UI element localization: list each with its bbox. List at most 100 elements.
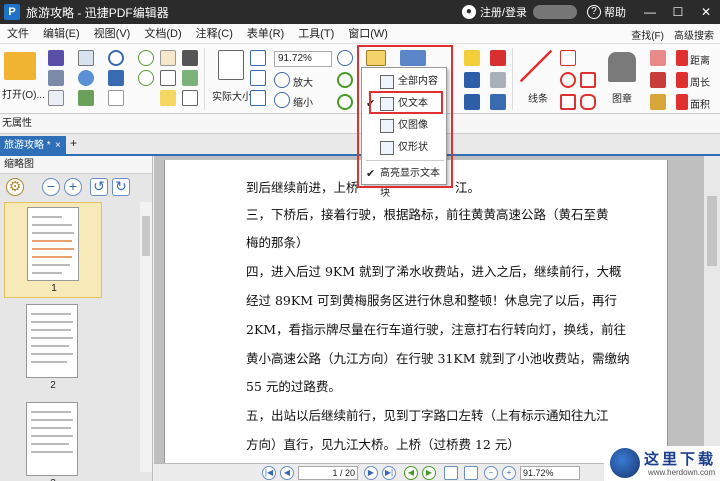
text-select-icon[interactable] bbox=[160, 70, 176, 86]
typewriter-icon[interactable] bbox=[464, 72, 480, 88]
actual-size-label[interactable]: 实际大小 bbox=[212, 88, 252, 103]
hand-tool-icon[interactable] bbox=[160, 50, 176, 66]
new-tab-button[interactable]: + bbox=[70, 136, 77, 150]
help-link[interactable]: 帮助 bbox=[604, 4, 626, 20]
area-label[interactable]: 面积 bbox=[690, 96, 710, 111]
close-window-button[interactable]: ✕ bbox=[692, 0, 720, 24]
thumb-zoom-in-icon[interactable]: + bbox=[64, 178, 82, 196]
thumb-rotate-right-icon[interactable]: ↻ bbox=[112, 178, 130, 196]
thumbnail-page-1[interactable]: 1 bbox=[4, 202, 102, 298]
login-link[interactable]: 注册/登录 bbox=[480, 4, 527, 20]
save-icon[interactable] bbox=[48, 50, 64, 66]
minimize-button[interactable]: — bbox=[636, 0, 664, 24]
line-tool-icon[interactable] bbox=[520, 50, 552, 82]
undo-icon[interactable] bbox=[108, 50, 124, 66]
circle-tool-icon[interactable] bbox=[560, 72, 576, 88]
forward-icon[interactable] bbox=[138, 70, 154, 86]
menu-view[interactable]: 视图(V) bbox=[87, 24, 138, 44]
export-icon[interactable] bbox=[78, 90, 94, 106]
menu-file[interactable]: 文件 bbox=[0, 24, 36, 44]
zoom-in-label[interactable]: 放大 bbox=[293, 74, 313, 89]
cloud-shape-icon[interactable] bbox=[580, 94, 596, 110]
sticky-icon[interactable] bbox=[160, 90, 176, 106]
shape-icon[interactable] bbox=[108, 70, 124, 86]
find-button[interactable]: 查找(F) bbox=[631, 27, 664, 42]
menu-form[interactable]: 表单(R) bbox=[240, 24, 291, 44]
thumbnail-scrollbar[interactable] bbox=[140, 202, 152, 472]
stamp-label[interactable]: 图章 bbox=[612, 90, 632, 105]
prev-page-icon[interactable]: ◀ bbox=[280, 466, 294, 480]
fit-visible-icon[interactable] bbox=[250, 90, 266, 106]
polygon-tool-icon[interactable] bbox=[580, 72, 596, 88]
zoom-out-label[interactable]: 缩小 bbox=[293, 94, 313, 109]
pdf-page[interactable]: 到后继续前进，上桥 江。 三，下桥后，接着行驶，根据路标，前往黄黄高速公路（黄石… bbox=[164, 160, 668, 481]
menu-comment[interactable]: 注释(C) bbox=[189, 24, 240, 44]
menu-edit[interactable]: 编辑(E) bbox=[36, 24, 87, 44]
perimeter-icon[interactable] bbox=[676, 72, 688, 88]
bottom-zoom-select[interactable]: 91.72% bbox=[520, 466, 580, 480]
first-page-icon[interactable]: |◀ bbox=[262, 466, 276, 480]
zoom-in-small-icon[interactable]: + bbox=[502, 466, 516, 480]
rect-tool-icon[interactable] bbox=[560, 94, 576, 110]
perimeter-label[interactable]: 周长 bbox=[690, 74, 710, 89]
back-icon[interactable] bbox=[138, 50, 154, 66]
link-icon[interactable] bbox=[490, 72, 506, 88]
callout-icon[interactable] bbox=[490, 50, 506, 66]
document-scrollbar[interactable] bbox=[704, 156, 720, 462]
cloud-icon[interactable] bbox=[78, 70, 94, 86]
zoom-in-icon[interactable] bbox=[274, 72, 290, 88]
new-doc-icon[interactable] bbox=[48, 90, 64, 106]
thumb-settings-icon[interactable]: ⚙ bbox=[6, 178, 24, 196]
distance-label[interactable]: 距离 bbox=[690, 52, 710, 67]
thumbnail-page-3[interactable]: 3 bbox=[4, 398, 102, 481]
eraser-icon[interactable] bbox=[650, 50, 666, 66]
highlighter-icon[interactable] bbox=[650, 94, 666, 110]
last-page-icon[interactable]: ▶| bbox=[382, 466, 396, 480]
menu-window[interactable]: 窗口(W) bbox=[341, 24, 395, 44]
prev-view-icon[interactable]: ◀ bbox=[404, 466, 418, 480]
single-page-icon[interactable] bbox=[444, 466, 458, 480]
menu-tools[interactable]: 工具(T) bbox=[291, 24, 341, 44]
fit-width-icon[interactable] bbox=[250, 70, 266, 86]
area-icon[interactable] bbox=[676, 94, 688, 110]
fit-page-icon[interactable] bbox=[250, 50, 266, 66]
image-icon[interactable] bbox=[182, 70, 198, 86]
continuous-page-icon[interactable] bbox=[464, 466, 478, 480]
document-view[interactable]: 到后继续前进，上桥 江。 三，下桥后，接着行驶，根据路标，前往黄黄高速公路（黄石… bbox=[154, 156, 720, 481]
page-number-input[interactable]: 1 / 20 bbox=[298, 466, 358, 480]
thumbnail-page-2[interactable]: 2 bbox=[4, 300, 102, 396]
rotate-left-icon[interactable] bbox=[337, 72, 353, 88]
advanced-search-button[interactable]: 高级搜索 bbox=[674, 27, 714, 42]
next-page-icon[interactable]: ▶ bbox=[364, 466, 378, 480]
line-strip-label[interactable]: 线条 bbox=[528, 90, 548, 105]
tab-close-icon[interactable]: × bbox=[55, 136, 61, 156]
rotate-right-icon[interactable] bbox=[337, 94, 353, 110]
underline-icon[interactable] bbox=[464, 94, 480, 110]
text-tool-icon[interactable] bbox=[464, 50, 480, 66]
zoom-out-small-icon[interactable]: − bbox=[484, 466, 498, 480]
user-icon[interactable]: ● bbox=[461, 5, 476, 19]
actual-size-icon[interactable] bbox=[218, 50, 244, 80]
arrow-tool-icon[interactable] bbox=[560, 50, 576, 66]
crop-icon[interactable] bbox=[182, 90, 198, 106]
help-icon[interactable]: ? bbox=[587, 5, 601, 19]
maximize-button[interactable]: ☐ bbox=[664, 0, 692, 24]
open-folder-icon[interactable] bbox=[4, 52, 36, 80]
menu-document[interactable]: 文档(D) bbox=[137, 24, 188, 44]
tab-document[interactable]: 旅游攻略 * × bbox=[0, 136, 66, 156]
email-icon[interactable] bbox=[78, 50, 94, 66]
stamp-icon[interactable] bbox=[608, 52, 636, 82]
thumb-rotate-left-icon[interactable]: ↺ bbox=[90, 178, 108, 196]
zoom-out-icon[interactable] bbox=[274, 92, 290, 108]
snapshot-icon[interactable] bbox=[182, 50, 198, 66]
select-icon[interactable] bbox=[108, 90, 124, 106]
zoom-plus-icon[interactable] bbox=[337, 50, 353, 66]
thumb-zoom-out-icon[interactable]: − bbox=[42, 178, 60, 196]
next-view-icon[interactable]: ▶ bbox=[422, 466, 436, 480]
zoom-select[interactable]: 91.72% bbox=[274, 51, 332, 67]
pencil-icon[interactable] bbox=[650, 72, 666, 88]
distance-icon[interactable] bbox=[676, 50, 688, 66]
open-button-label[interactable]: 打开(O)... bbox=[2, 86, 45, 101]
print-icon[interactable] bbox=[48, 70, 64, 86]
sound-icon[interactable] bbox=[490, 94, 506, 110]
